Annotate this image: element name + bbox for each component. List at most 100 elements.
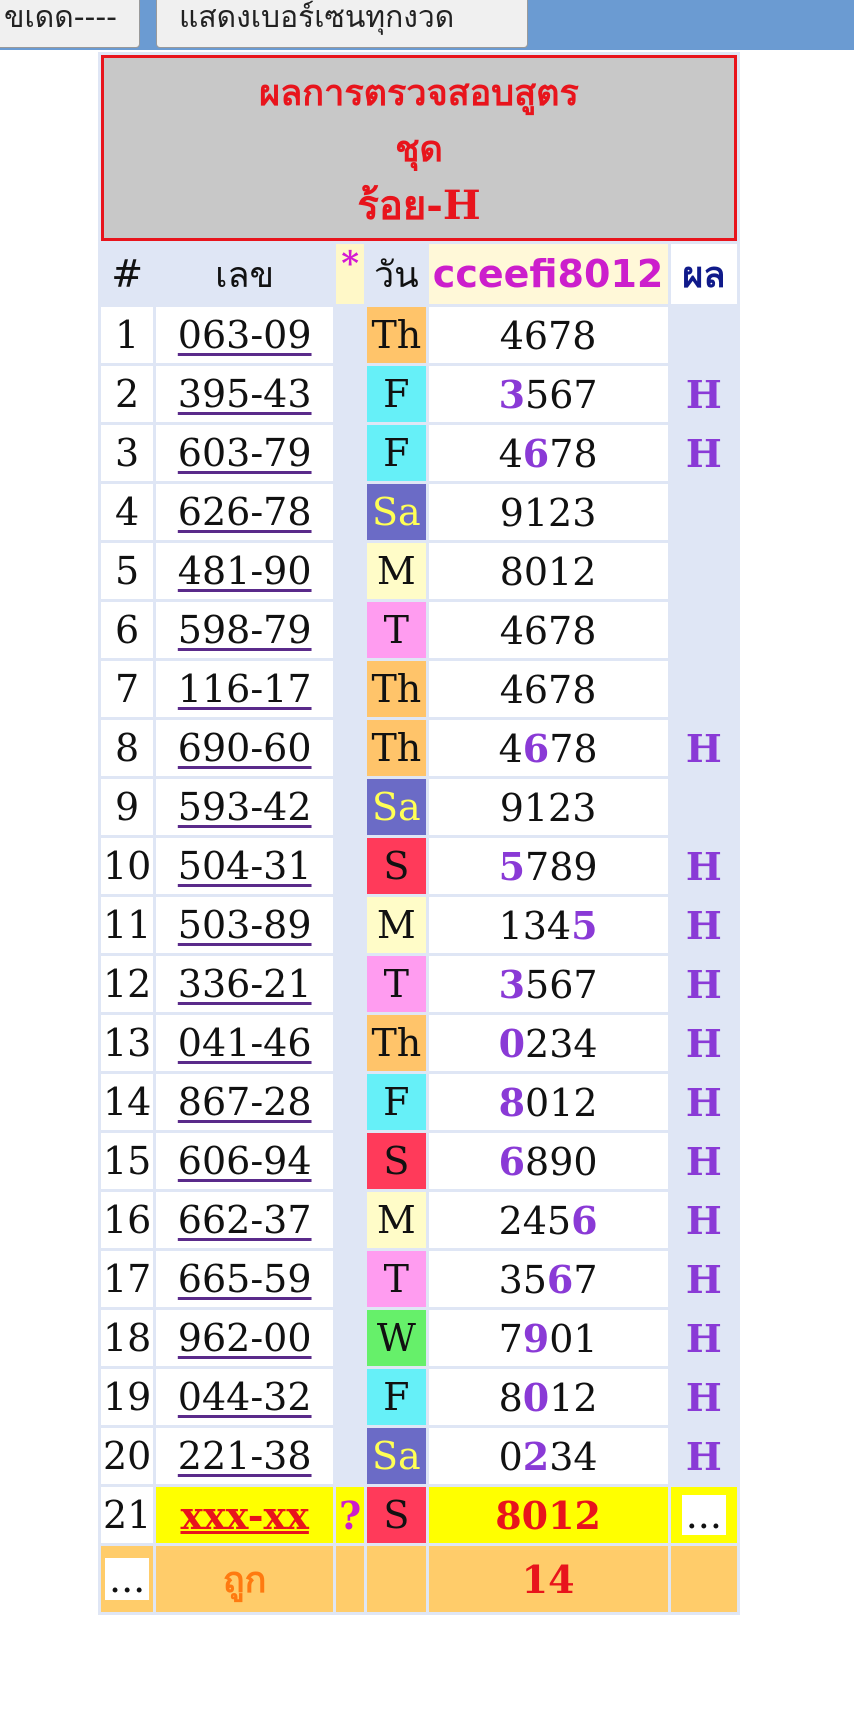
value-post: 78 <box>549 431 598 476</box>
row-star <box>336 838 364 894</box>
row-index: 17 <box>101 1251 154 1307</box>
row-day: Sa <box>367 1428 426 1484</box>
row-number-link[interactable]: 593-42 <box>156 779 334 835</box>
row-day: Th <box>367 307 426 363</box>
row-formula-value: 4678 <box>428 425 668 481</box>
row-star <box>336 484 364 540</box>
row-number-link[interactable]: 962-00 <box>156 1310 334 1366</box>
row-number-link[interactable]: 867-28 <box>156 1074 334 1130</box>
row-number-link[interactable]: 044-32 <box>156 1369 334 1425</box>
row-number-link[interactable]: 504-31 <box>156 838 334 894</box>
row-formula-value: 6890 <box>428 1133 668 1189</box>
row-number-link[interactable]: 116-17 <box>156 661 334 717</box>
row-index: 14 <box>101 1074 154 1130</box>
row-day: W <box>367 1310 426 1366</box>
row-result: ... <box>670 1487 737 1543</box>
table-row: 10 504-31 S 5789 H <box>101 838 737 894</box>
value-post: 4678 <box>499 667 597 712</box>
row-star <box>336 543 364 599</box>
row-index: 8 <box>101 720 154 776</box>
row-number-link[interactable]: 665-59 <box>156 1251 334 1307</box>
row-star <box>336 897 364 953</box>
row-formula-value: 1345 <box>428 897 668 953</box>
row-number-link[interactable]: 503-89 <box>156 897 334 953</box>
row-result: H <box>685 371 722 417</box>
row-index: 10 <box>101 838 154 894</box>
row-index: 19 <box>101 1369 154 1425</box>
value-hit-digit: 6 <box>571 1197 598 1243</box>
row-index: 5 <box>101 543 154 599</box>
value-post: 9123 <box>499 785 597 830</box>
row-result <box>671 779 737 835</box>
row-result: H <box>685 1079 722 1125</box>
row-index: 15 <box>101 1133 154 1189</box>
value-hit-digit: 3 <box>498 961 526 1007</box>
row-result: H <box>685 1197 722 1243</box>
value-hit-digit: 5 <box>571 902 598 948</box>
row-index: 9 <box>101 779 154 835</box>
row-number-link[interactable]: 606-94 <box>156 1133 334 1189</box>
table-row: 3 603-79 F 4678 H <box>101 425 737 481</box>
value-hit-digit: 8 <box>498 1079 526 1125</box>
row-number-link[interactable]: 662-37 <box>156 1192 334 1248</box>
table-row: 14 867-28 F 8012 H <box>101 1074 737 1130</box>
row-star <box>336 1369 364 1425</box>
row-result <box>671 543 737 599</box>
value-post: 567 <box>525 962 598 1007</box>
row-star <box>336 1310 364 1366</box>
value-pre: 4 <box>498 431 523 476</box>
table-row: 9 593-42 Sa 9123 <box>101 779 737 835</box>
value-post: 789 <box>525 844 598 889</box>
row-index: 6 <box>101 602 154 658</box>
row-day: S <box>367 1487 426 1543</box>
row-result <box>671 602 737 658</box>
row-number-link[interactable]: 336-21 <box>156 956 334 1012</box>
row-star <box>336 1428 364 1484</box>
value-pre: 245 <box>498 1198 572 1243</box>
value-post: 012 <box>525 1080 598 1125</box>
row-formula-value: 3567 <box>428 956 668 1012</box>
title-line-1: ผลการตรวจสอบสูตร <box>259 73 579 114</box>
table-row: 17 665-59 T 3567 H <box>101 1251 737 1307</box>
row-star <box>336 425 364 481</box>
row-number-link[interactable]: 221-38 <box>156 1428 334 1484</box>
row-formula-value: 8012 <box>428 1487 668 1543</box>
table-row: 18 962-00 W 7901 H <box>101 1310 737 1366</box>
row-index: 1 <box>101 307 154 363</box>
title-line-2: ชุด <box>395 129 443 170</box>
row-star <box>336 1251 364 1307</box>
row-index: 12 <box>101 956 154 1012</box>
value-hit-digit: 6 <box>522 430 550 476</box>
row-number-link[interactable]: 041-46 <box>156 1015 334 1071</box>
row-day: Th <box>367 1015 426 1071</box>
row-number-link[interactable]: 481-90 <box>156 543 334 599</box>
row-index: 11 <box>101 897 154 953</box>
row-day: Sa <box>367 484 426 540</box>
table-row: 8 690-60 Th 4678 H <box>101 720 737 776</box>
row-number-link[interactable]: 626-78 <box>156 484 334 540</box>
row-number-link[interactable]: 603-79 <box>156 425 334 481</box>
row-day: M <box>367 543 426 599</box>
show-all-percent-button[interactable]: แสดงเบอร์เซนทุกงวด <box>156 0 528 48</box>
row-number-link[interactable]: 395-43 <box>156 366 334 422</box>
row-result <box>671 484 737 540</box>
row-number-link[interactable]: 063-09 <box>156 307 334 363</box>
row-formula-value: 4678 <box>428 307 668 363</box>
table-row: 13 041-46 Th 0234 H <box>101 1015 737 1071</box>
row-number-link[interactable]: xxx-xx <box>156 1487 334 1543</box>
value-pre: 0 <box>498 1434 523 1479</box>
row-index: 4 <box>101 484 154 540</box>
value-post: 34 <box>549 1434 598 1479</box>
row-index: 2 <box>101 366 154 422</box>
value-post: 8012 <box>499 549 597 594</box>
summary-row: ... ถูก 14 <box>101 1546 737 1612</box>
row-number-link[interactable]: 598-79 <box>156 602 334 658</box>
previous-draw-button[interactable]: ขเดด---- <box>0 0 140 48</box>
table-row: 4 626-78 Sa 9123 <box>101 484 737 540</box>
panel-title: ผลการตรวจสอบสูตร ชุด ร้อย-H <box>101 55 737 241</box>
row-day: Sa <box>367 779 426 835</box>
table-header: # เลข * วัน cceefi8012 ผล <box>101 244 737 304</box>
summary-dots: ... <box>101 1546 154 1612</box>
row-formula-value: 8012 <box>428 1074 668 1130</box>
row-number-link[interactable]: 690-60 <box>156 720 334 776</box>
